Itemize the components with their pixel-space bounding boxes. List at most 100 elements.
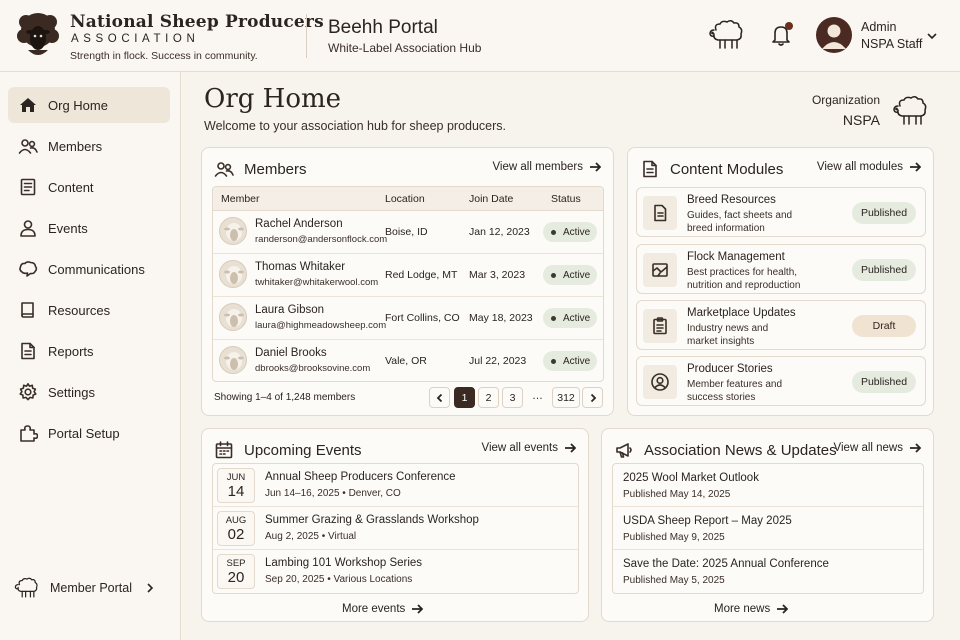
news-title: 2025 Wool Market Outlook (623, 472, 759, 484)
organization-label: Organization (811, 93, 880, 107)
module-description: Best practices for health, nutrition and… (687, 267, 801, 291)
document-icon (643, 160, 657, 178)
member-name[interactable]: Thomas Whitaker (255, 261, 345, 273)
sheep-icon (893, 95, 927, 125)
members-card: Members View all members Member Location… (201, 147, 614, 416)
puzzle-icon (20, 425, 38, 442)
member-location: Vale, OR (385, 355, 427, 367)
list-item[interactable]: 2025 Wool Market Outlook Published May 1… (613, 464, 923, 507)
sheep-icon[interactable] (708, 18, 746, 52)
list-item[interactable]: JUN 14 Annual Sheep Producers Conference… (213, 464, 578, 507)
members-card-title: Members (244, 160, 307, 178)
pagination-page-button[interactable]: 312 (552, 387, 580, 408)
more-news-label: More news (714, 603, 771, 615)
sidebar-item-resources[interactable]: Resources (8, 292, 170, 328)
sidebar-item-label: Members (48, 138, 103, 154)
more-news-link[interactable]: More news (714, 603, 789, 615)
sidebar-item-org-home[interactable]: Org Home (8, 87, 170, 123)
chevron-right-icon (147, 583, 154, 593)
module-description: Industry news and market insights (687, 323, 769, 347)
member-name[interactable]: Daniel Brooks (255, 347, 327, 359)
person-icon (20, 220, 36, 237)
member-name[interactable]: Rachel Anderson (255, 218, 343, 230)
member-avatar (219, 346, 247, 374)
news-card-header: Association News & Updates View all news (614, 439, 921, 461)
pagination-prev-button[interactable] (429, 387, 450, 408)
view-all-modules-label: View all modules (816, 161, 903, 173)
user-role: NSPA Staff (861, 37, 923, 51)
module-description: Member features and success stories (687, 379, 783, 403)
view-all-members-label: View all members (492, 161, 583, 173)
status-badge: Draft (852, 315, 916, 337)
module-item[interactable]: Marketplace Updates Industry news and ma… (636, 300, 926, 350)
status-label: Active (563, 226, 591, 238)
view-all-news-link[interactable]: View all news (834, 442, 921, 454)
module-item[interactable]: Breed Resources Guides, fact sheets and … (636, 187, 926, 237)
user-avatar[interactable] (816, 17, 852, 53)
sidebar-item-events[interactable]: Events (8, 210, 170, 246)
status-label: Active (563, 269, 591, 281)
user-name[interactable]: Admin (861, 20, 896, 34)
users-icon (18, 139, 38, 154)
pagination-summary: Showing 1–4 of 1,248 members (214, 392, 356, 403)
list-item[interactable]: SEP 20 Lambing 101 Workshop Series Sep 2… (213, 550, 578, 593)
sidebar-item-settings[interactable]: Settings (8, 374, 170, 410)
pagination-page-button[interactable]: 3 (502, 387, 523, 408)
brand-title: National Sheep Producers (70, 12, 324, 32)
sidebar-item-content[interactable]: Content (8, 169, 170, 205)
module-icon-box (643, 365, 677, 399)
module-item[interactable]: Flock Management Best practices for heal… (636, 244, 926, 294)
member-portal-link[interactable]: Member Portal (14, 572, 164, 604)
more-events-link[interactable]: More events (342, 603, 424, 615)
status-label: Active (563, 312, 591, 324)
pagination-page-button[interactable]: 2 (478, 387, 499, 408)
member-location: Boise, ID (385, 226, 428, 238)
status-badge: Active (543, 222, 597, 242)
member-name[interactable]: Laura Gibson (255, 304, 324, 316)
status-label: Active (563, 355, 591, 367)
view-all-news-label: View all news (833, 442, 903, 454)
events-card-title: Upcoming Events (244, 441, 362, 459)
list-item[interactable]: USDA Sheep Report – May 2025 Published M… (613, 507, 923, 550)
members-table-header: Member Location Join Date Status (213, 187, 603, 211)
column-header: Status (551, 193, 581, 205)
sidebar-item-members[interactable]: Members (8, 128, 170, 164)
gear-icon (19, 383, 37, 401)
view-all-members-link[interactable]: View all members (492, 161, 601, 173)
arrow-right-icon (910, 162, 921, 172)
chevron-down-icon[interactable] (926, 30, 938, 42)
chevron-right-icon (590, 393, 596, 402)
table-row[interactable]: Daniel Brooks dbrooks@brooksovine.com Va… (213, 340, 603, 381)
sidebar-item-label: Resources (48, 302, 111, 318)
table-row[interactable]: Laura Gibson laura@highmeadowsheep.com F… (213, 297, 603, 340)
view-all-events-link[interactable]: View all events (482, 442, 576, 454)
member-email: dbrooks@brooksovine.com (255, 363, 371, 374)
organization-value[interactable]: NSPA (796, 112, 880, 128)
user-circle-icon (651, 373, 669, 391)
sidebar-item-communications[interactable]: Communications (8, 251, 170, 287)
sidebar-item-portal-setup[interactable]: Portal Setup (8, 415, 170, 451)
header-divider (306, 14, 307, 58)
sidebar-item-label: Portal Setup (48, 425, 120, 441)
pagination-page-button[interactable]: 1 (454, 387, 475, 408)
chat-icon (19, 261, 38, 277)
news-title: Save the Date: 2025 Annual Conference (623, 558, 829, 570)
pagination-ellipsis: … (532, 390, 543, 402)
member-portal-label: Member Portal (50, 581, 132, 595)
map-icon (652, 263, 668, 277)
module-item[interactable]: Producer Stories Member features and suc… (636, 356, 926, 406)
view-all-modules-link[interactable]: View all modules (817, 161, 921, 173)
sidebar-item-reports[interactable]: Reports (8, 333, 170, 369)
member-location: Red Lodge, MT (385, 269, 458, 281)
list-item[interactable]: AUG 02 Summer Grazing & Grasslands Works… (213, 507, 578, 550)
event-meta: Sep 20, 2025 • Various Locations (265, 574, 413, 585)
arrow-right-icon (777, 604, 789, 614)
more-events-label: More events (342, 603, 406, 615)
table-row[interactable]: Rachel Anderson randerson@andersonflock.… (213, 211, 603, 254)
sidebar-item-label: Reports (48, 343, 94, 359)
list-item[interactable]: Save the Date: 2025 Annual Conference Pu… (613, 550, 923, 593)
home-icon (20, 98, 36, 112)
pagination-next-button[interactable] (582, 387, 603, 408)
modules-card-header: Content Modules View all modules (640, 158, 921, 180)
table-row[interactable]: Thomas Whitaker twhitaker@whitakerwool.c… (213, 254, 603, 297)
